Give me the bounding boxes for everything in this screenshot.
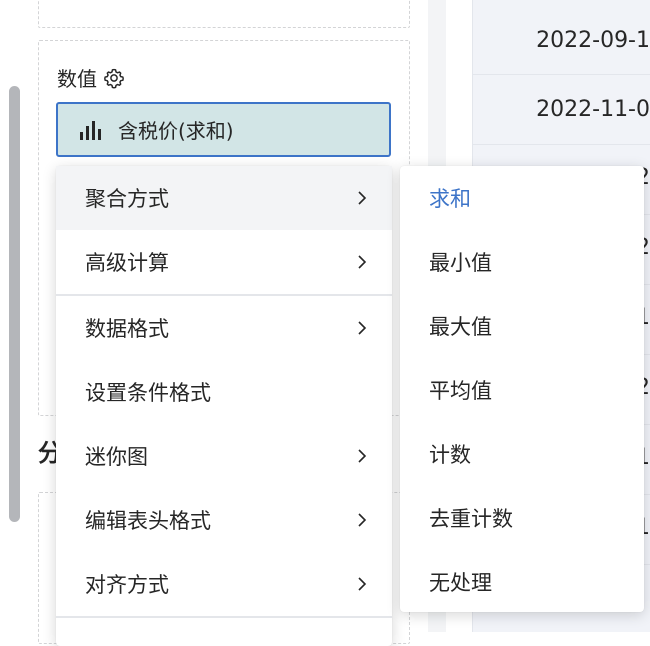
menu-item-sparkline[interactable]: 迷你图	[56, 424, 392, 488]
table-cell: 2022-09-1	[536, 28, 650, 53]
submenu-item-none[interactable]: 无处理	[400, 550, 644, 614]
submenu-item-label: 无处理	[429, 571, 492, 595]
values-section-label: 数值	[57, 67, 97, 91]
submenu-item-average[interactable]: 平均值	[400, 358, 644, 422]
menu-item-label: 对齐方式	[85, 573, 169, 597]
menu-item-conditional-format[interactable]: 设置条件格式	[56, 360, 392, 424]
menu-item-label: 高级计算	[85, 251, 169, 275]
submenu-item-label: 最大值	[429, 315, 492, 339]
submenu-item-distinct-count[interactable]: 去重计数	[400, 486, 644, 550]
chevron-right-icon	[358, 191, 367, 205]
menu-item-advanced-calc[interactable]: 高级计算	[56, 230, 392, 294]
submenu-item-label: 去重计数	[429, 507, 513, 531]
submenu-item-label: 最小值	[429, 251, 492, 275]
submenu-item-label: 计数	[429, 443, 471, 467]
menu-item-aggregation[interactable]: 聚合方式	[56, 166, 392, 230]
table-row: 2022-11-0	[472, 75, 650, 145]
chevron-right-icon	[358, 255, 367, 269]
measure-field-label: 含税价(求和)	[118, 119, 234, 143]
table-cell: 2022-11-0	[536, 97, 650, 122]
submenu-item-count[interactable]: 计数	[400, 422, 644, 486]
panel-scrollbar-thumb[interactable]	[9, 86, 20, 522]
chevron-right-icon	[358, 513, 367, 527]
gear-icon[interactable]	[103, 67, 125, 89]
menu-divider	[56, 616, 392, 618]
aggregation-submenu: 求和 最小值 最大值 平均值 计数 去重计数 无处理	[400, 166, 644, 612]
submenu-item-sum[interactable]: 求和	[400, 166, 644, 230]
chevron-right-icon	[358, 321, 367, 335]
submenu-item-label: 平均值	[429, 379, 492, 403]
menu-item-label: 数据格式	[85, 317, 169, 341]
submenu-item-max[interactable]: 最大值	[400, 294, 644, 358]
chevron-right-icon	[358, 449, 367, 463]
menu-item-header-format[interactable]: 编辑表头格式	[56, 488, 392, 552]
chevron-right-icon	[358, 577, 367, 591]
table-row: 2022-09-1	[472, 5, 650, 75]
submenu-item-label: 求和	[429, 187, 471, 211]
menu-item-label: 迷你图	[85, 445, 148, 469]
menu-item-alignment[interactable]: 对齐方式	[56, 552, 392, 616]
menu-item-label: 编辑表头格式	[85, 509, 211, 533]
values-section-title: 数值	[57, 63, 125, 92]
measure-field-chip[interactable]: 含税价(求和)	[56, 102, 391, 157]
field-context-menu: 聚合方式 高级计算 数据格式 设置条件格式 迷你图 编辑表头格式 对齐方式	[56, 166, 392, 646]
menu-item-data-format[interactable]: 数据格式	[56, 296, 392, 360]
menu-item-label: 聚合方式	[85, 187, 169, 211]
submenu-item-min[interactable]: 最小值	[400, 230, 644, 294]
menu-item-label: 设置条件格式	[85, 381, 211, 405]
drop-zone-top[interactable]	[38, 0, 410, 28]
bar-chart-icon	[80, 120, 101, 140]
